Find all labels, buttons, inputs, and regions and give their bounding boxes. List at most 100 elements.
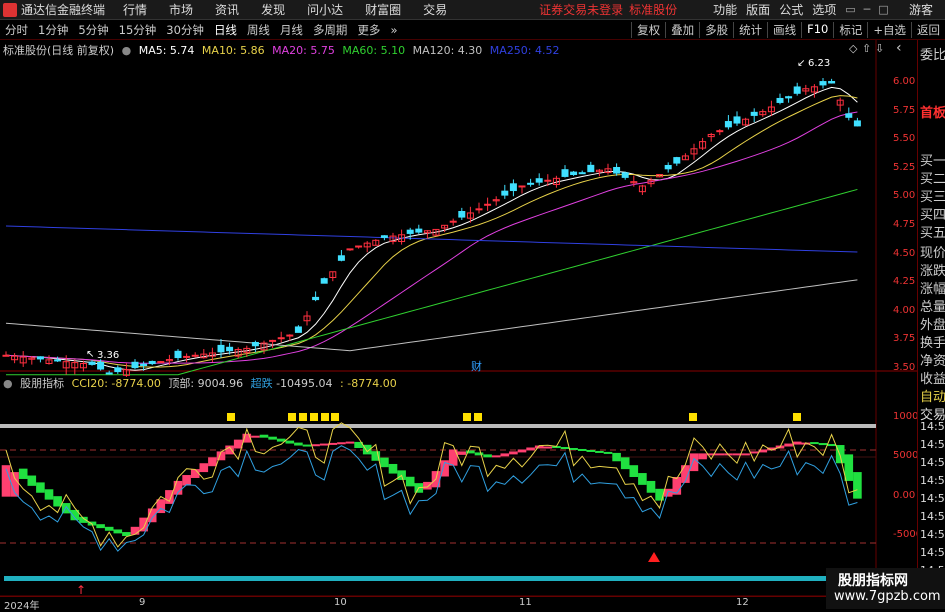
side-panel-item[interactable]: 自动: [920, 386, 945, 405]
candle-body: [527, 182, 535, 185]
signal-square-icon: [310, 413, 318, 421]
signal-square-icon: [331, 413, 339, 421]
cci-ribbon-segment: [388, 463, 398, 474]
cci-ribbon-segment: [113, 529, 123, 534]
candle-body: [544, 179, 552, 182]
candle-body: [449, 220, 457, 223]
candle-body: [535, 178, 543, 183]
cci-ribbon-segment: [560, 447, 570, 450]
side-panel-item[interactable]: 买一: [920, 150, 945, 169]
candle-body: [183, 355, 191, 358]
signal-square-icon: [463, 413, 471, 421]
time-axis: 2024年 9 10 11 12: [0, 596, 917, 612]
side-panel-item[interactable]: 总量: [920, 296, 945, 315]
side-panel-item[interactable]: 14:56: [920, 492, 945, 505]
cci-ribbon-segment: [44, 489, 54, 500]
candle-body: [415, 228, 423, 233]
price-axis-label: 4.50: [893, 247, 916, 259]
candle-body: [157, 361, 165, 364]
cci-ribbon-segment: [405, 476, 415, 487]
x-label-9: 9: [139, 597, 146, 608]
side-panel-item[interactable]: 现价: [920, 242, 945, 261]
cci-ribbon-segment: [792, 441, 802, 445]
candle-body: [793, 86, 801, 94]
side-panel-item[interactable]: 买二: [920, 168, 945, 187]
candle-body: [819, 81, 827, 86]
signal-triangle-icon: [648, 552, 660, 562]
candle-body: [716, 130, 724, 133]
cci-ribbon-segment: [96, 524, 105, 529]
cci-ribbon-segment: [715, 453, 725, 456]
cci-ribbon-segment: [569, 447, 578, 450]
cci-ribbon-segment: [844, 454, 854, 481]
side-panel-item[interactable]: 买五: [920, 222, 945, 241]
candle-body: [251, 341, 259, 347]
candle-body: [140, 363, 148, 367]
candle-body: [2, 354, 10, 357]
candle-body: [88, 361, 96, 365]
cci-ribbon-segment: [319, 443, 329, 446]
side-panel-item[interactable]: 收益: [920, 368, 945, 387]
cci-ribbon-segment: [483, 454, 492, 458]
side-panel-item[interactable]: 14:56: [920, 528, 945, 541]
side-panel-item[interactable]: 涨幅: [920, 278, 945, 297]
low-arrow-icon: ↖: [86, 349, 95, 360]
candle-body: [475, 208, 483, 211]
candle-body: [226, 346, 234, 352]
cci-ribbon-segment: [268, 436, 277, 440]
cci-ribbon-segment: [741, 453, 750, 456]
cci-ribbon-segment: [423, 481, 432, 490]
cci-ribbon-segment: [818, 443, 828, 446]
price-chart[interactable]: ↑: [0, 0, 917, 596]
signal-square-icon: [227, 413, 235, 421]
side-panel-item[interactable]: 委比: [920, 44, 945, 63]
price-axis-label: 5.50: [893, 133, 916, 145]
cci-ribbon-segment: [199, 463, 209, 473]
candle-body: [621, 172, 629, 178]
candle-body: [346, 248, 354, 251]
side-panel-item[interactable]: 14:56: [920, 420, 945, 433]
cci-ribbon-segment: [655, 488, 664, 501]
candle-body: [131, 361, 139, 369]
cci-ribbon-segment: [491, 455, 501, 458]
low-price-annotation: 3.36: [97, 350, 120, 361]
side-panel-item[interactable]: 14:56: [920, 474, 945, 487]
side-panel-item[interactable]: 买四: [920, 204, 945, 223]
candle-body: [320, 278, 328, 284]
bottom-band: [4, 576, 826, 581]
candle-body: [54, 359, 62, 362]
x-label-11: 11: [519, 597, 532, 608]
cci-ribbon-segment: [302, 444, 312, 447]
side-panel-item[interactable]: 净资: [920, 350, 945, 369]
side-panel-item[interactable]: 14:56: [920, 546, 945, 559]
candle-body: [724, 121, 732, 128]
x-label-10: 10: [334, 597, 347, 608]
candle-body: [561, 169, 569, 177]
cci-ribbon-segment: [130, 526, 140, 535]
cci-ribbon-segment: [810, 442, 819, 445]
candle-body: [845, 113, 853, 118]
side-panel-item[interactable]: 14:56: [920, 510, 945, 523]
price-axis-label: 4.00: [893, 304, 916, 316]
candle-body: [191, 354, 199, 357]
price-axis-label: 3.50: [893, 362, 916, 373]
candle-body: [664, 164, 672, 170]
side-panel-item[interactable]: 14:56: [920, 456, 945, 469]
cci-ribbon-segment: [182, 475, 191, 486]
cci-ribbon-segment: [577, 448, 587, 451]
candle-body: [750, 111, 758, 116]
high-arrow-icon: ↙: [797, 58, 806, 69]
side-panel-item[interactable]: 外盘: [920, 314, 945, 333]
candle-body: [587, 164, 595, 173]
candle-body: [613, 166, 621, 174]
side-panel-item[interactable]: 换手: [920, 332, 945, 351]
side-panel-item[interactable]: 首板: [920, 102, 945, 121]
price-axis-label: 4.75: [893, 219, 916, 230]
financial-marker[interactable]: 财: [471, 358, 482, 374]
site-watermark: 股朋指标网 www.7gpzb.com: [826, 568, 945, 609]
side-panel-item[interactable]: 14:56: [920, 438, 945, 451]
cci-ribbon-segment: [526, 447, 535, 451]
side-panel-item[interactable]: 买三: [920, 186, 945, 205]
signal-square-icon: [321, 413, 329, 421]
side-panel-item[interactable]: 涨跌: [920, 260, 945, 279]
